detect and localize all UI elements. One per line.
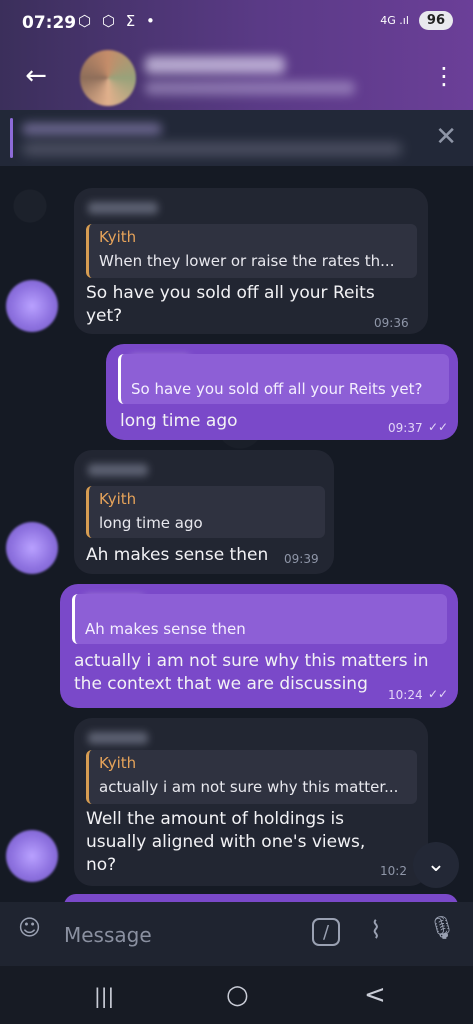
reply-sender: Kyith [99,228,137,246]
more-vert-icon[interactable]: ⋮ [429,58,459,94]
reply-quote[interactable]: Kyith When they lower or raise the rates… [86,224,417,278]
command-icon[interactable]: / [312,918,340,946]
sender-avatar[interactable] [6,830,58,882]
message-time: 10:2 [380,864,407,878]
outgoing-message-partial[interactable] [64,894,458,902]
chat-header: 07:29 ⬡ ⬡ Σ • 4G .ıl 96 ← ⋮ [0,0,473,110]
network-icon: 4G .ıl [380,14,409,27]
home-button[interactable]: ○ [226,980,249,1010]
message-text: Ah makes sense then [86,545,269,565]
message-input[interactable] [62,918,286,952]
sender-name-redacted [88,202,158,214]
reply-quote[interactable]: Kyith long time ago [86,486,325,538]
message-time: 09:39 [284,552,319,566]
battery-indicator: 96 [418,11,453,30]
mic-icon[interactable]: 🎙 [428,916,458,946]
reply-quote[interactable]: So have you sold off all your Reits yet? [118,354,449,404]
message-time: 09:37 [388,421,423,435]
app-bar: ← ⋮ [0,48,473,110]
status-right-group: 4G .ıl 96 [380,11,453,30]
system-back-button[interactable]: < [364,980,386,1010]
message-time: 09:36 [374,316,409,330]
reply-text: long time ago [99,514,203,532]
incoming-message[interactable]: Kyith actually i am not sure why this ma… [74,718,428,886]
sender-avatar[interactable] [6,522,58,574]
pinned-accent-bar [10,118,13,158]
message-text: Well the amount of holdings is usually a… [86,809,366,875]
reply-sender: Kyith [99,754,137,772]
reply-text: Ah makes sense then [85,620,246,638]
message-text: long time ago [120,411,238,431]
read-receipt-icon: ✓✓ [428,687,449,701]
contact-status-redacted [145,81,355,95]
emoji-icon[interactable]: ☺ [18,916,50,948]
read-receipt-icon: ✓✓ [428,420,449,434]
reply-text: When they lower or raise the rates th... [99,252,395,270]
attach-icon[interactable]: ⌇ [370,916,400,946]
outgoing-message[interactable]: So have you sold off all your Reits yet?… [106,344,458,440]
contact-name-redacted[interactable] [145,56,285,74]
pinned-text-redacted [22,143,402,155]
sender-name-redacted [88,464,148,476]
pinned-title-redacted [22,123,162,135]
reply-quote[interactable]: Kyith actually i am not sure why this ma… [86,750,417,804]
sender-name-redacted [88,732,148,744]
back-arrow-icon[interactable]: ← [18,58,54,94]
reply-sender: Kyith [99,490,137,508]
system-navigation-bar: ||| ○ < [0,966,473,1024]
reply-text: So have you sold off all your Reits yet? [131,380,423,398]
reply-quote[interactable]: Ah makes sense then [72,594,447,644]
contact-avatar[interactable] [80,50,136,106]
message-text: So have you sold off all your Reits yet? [86,283,375,326]
chevron-down-icon[interactable]: ⌄ [413,842,459,888]
close-icon[interactable]: ✕ [435,122,457,152]
pinned-message-bar[interactable]: ✕ [0,110,473,167]
status-time: 07:29 [22,13,77,33]
incoming-message[interactable]: Kyith When they lower or raise the rates… [74,188,428,334]
composer-bar: ☺ / ⌇ 🎙 [0,902,473,966]
outgoing-message[interactable]: Ah makes sense then actually i am not su… [60,584,458,708]
reply-text: actually i am not sure why this matter..… [99,778,399,796]
message-time: 10:24 [388,688,423,702]
notification-icons: ⬡ ⬡ Σ • [78,12,158,30]
message-list[interactable]: Kyith When they lower or raise the rates… [0,166,473,902]
status-bar: 07:29 ⬡ ⬡ Σ • 4G .ıl 96 [0,0,473,48]
recent-apps-button[interactable]: ||| [94,984,114,1008]
sender-avatar[interactable] [6,280,58,332]
incoming-message[interactable]: Kyith long time ago Ah makes sense then … [74,450,334,574]
